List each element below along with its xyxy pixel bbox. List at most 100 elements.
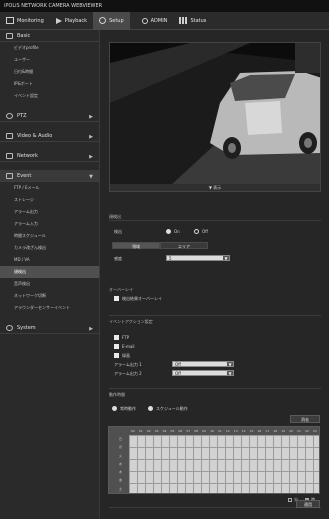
tab-setup[interactable]: Setup xyxy=(93,11,130,30)
sidebar-item-video-profile[interactable]: ビデオprofile xyxy=(0,42,99,54)
tab-admin[interactable]: ADMIN xyxy=(136,12,174,30)
alarm1-select[interactable]: Off ▼ xyxy=(172,361,234,367)
tab-monitoring[interactable]: Monitoring xyxy=(0,12,50,30)
chevron-right-icon: ▶ xyxy=(89,326,93,332)
hour-label: 21 xyxy=(297,429,301,433)
sidebar-item-user[interactable]: ユーザー xyxy=(0,54,99,66)
enable-off-radio[interactable] xyxy=(194,229,199,234)
apply-button[interactable]: 適用 xyxy=(296,500,320,508)
sidebar-item-network-disconnect[interactable]: ネットワーク切断 xyxy=(0,290,99,302)
sidebar-item-alarm-input[interactable]: アラーム入力 xyxy=(0,218,99,230)
video-audio-icon xyxy=(6,132,13,139)
sidebar-section-label: Network xyxy=(17,152,38,159)
gear-icon xyxy=(99,17,107,24)
record-checkbox[interactable] xyxy=(114,353,119,358)
overlay-checkbox[interactable] xyxy=(114,296,119,301)
sidebar-item-storage[interactable]: ストレージ xyxy=(0,194,99,206)
sidebar-section-label: Basic xyxy=(17,32,31,39)
day-label: 月 xyxy=(119,445,123,450)
day-label: 土 xyxy=(119,486,123,491)
sidebar-section-network[interactable]: Network ▶ xyxy=(0,150,99,162)
sidebar-item-time-schedule[interactable]: 時間スケジュール xyxy=(0,230,99,242)
user-icon xyxy=(141,17,148,24)
off-label: Off xyxy=(202,229,208,234)
tab-status[interactable]: Status xyxy=(173,12,212,30)
sidebar-item-ftp-email[interactable]: FTP / Eメール xyxy=(0,182,99,194)
alarm1-label: アラーム出力 1 xyxy=(114,362,142,367)
hour-label: 08 xyxy=(194,429,199,433)
play-icon xyxy=(55,17,62,24)
sidebar-item-event-setup[interactable]: イベント設定 xyxy=(0,90,99,102)
hour-label: 15 xyxy=(249,429,254,433)
hour-label: 00 xyxy=(131,429,135,433)
chevron-down-icon: ▼ xyxy=(227,371,233,376)
sidebar-section-ptz[interactable]: PTZ ▶ xyxy=(0,110,99,122)
on-label: On xyxy=(174,229,180,234)
sidebar: Basic ビデオprofile ユーザー 日付&時間 IP&ポート イベント設… xyxy=(0,30,100,519)
alarm2-select[interactable]: Off ▼ xyxy=(172,370,234,376)
hour-label: 22 xyxy=(304,429,309,433)
sidebar-item-audio-detection[interactable]: 音声検出 xyxy=(0,278,99,290)
chevron-right-icon: ▶ xyxy=(89,134,93,140)
sidebar-item-md-va[interactable]: MD / VA xyxy=(0,254,99,266)
sidebar-section-event[interactable]: Event ▼ xyxy=(0,170,99,182)
tab-zone[interactable]: エリア xyxy=(160,242,208,249)
sidebar-section-label: System xyxy=(17,324,36,331)
sidebar-item-ip-port[interactable]: IP&ポート xyxy=(0,78,99,90)
always-label: 常時動作 xyxy=(120,406,136,411)
sidebar-section-label: Event xyxy=(17,172,32,179)
divider xyxy=(109,507,321,508)
ptz-icon xyxy=(6,112,13,119)
day-labels: 日 月 火 水 木 金 土 xyxy=(109,435,129,493)
hour-label: 14 xyxy=(241,429,246,433)
day-label: 金 xyxy=(119,478,123,483)
sidebar-section-label: PTZ xyxy=(17,112,27,119)
hour-label: 07 xyxy=(186,429,191,433)
sidebar-section-label: Video & Audio xyxy=(17,132,53,139)
sidebar-item-alarm-output[interactable]: アラーム出力 xyxy=(0,206,99,218)
clear-button[interactable]: 消去 xyxy=(290,415,320,423)
sidebar-item-sensor-event[interactable]: アラウンダーセンサーイベント xyxy=(0,302,99,314)
day-label: 水 xyxy=(119,461,123,466)
enable-on-radio[interactable] xyxy=(166,229,171,234)
schedule-radio[interactable] xyxy=(148,406,153,411)
ftp-checkbox[interactable] xyxy=(114,335,119,340)
sidebar-section-basic[interactable]: Basic xyxy=(0,30,99,42)
tab-monitoring-label: Monitoring xyxy=(17,17,44,24)
sensitivity-select[interactable]: 5 ▼ xyxy=(166,255,230,261)
video-preview[interactable]: ▼ 表示 xyxy=(109,42,321,192)
always-radio[interactable] xyxy=(112,406,117,411)
hour-label: 11 xyxy=(217,429,222,433)
legend-swatch xyxy=(288,498,292,502)
record-label: 録画 xyxy=(122,353,130,358)
hour-label: 01 xyxy=(138,429,143,433)
overlay-check-label: 検出結果オーバーレイ xyxy=(122,296,162,301)
main-content: ▼ 表示 顔検出 検出 On Off 領域 エリア 感度 5 ▼ オーバーレイ 検… xyxy=(100,30,329,519)
email-checkbox[interactable] xyxy=(114,344,119,349)
ftp-label: FTP xyxy=(122,335,130,340)
schedule-cells[interactable] xyxy=(129,435,319,493)
alarm2-label: アラーム出力 2 xyxy=(114,371,142,376)
hour-label: 17 xyxy=(265,429,270,433)
tab-playback[interactable]: Playback xyxy=(50,12,93,30)
video-toolbar[interactable]: ▼ 表示 xyxy=(110,184,320,191)
schedule-grid[interactable]: 00 01 02 03 04 05 06 07 08 09 10 11 12 1… xyxy=(108,426,320,494)
sidebar-item-tampering[interactable]: カメラ改ざん検出 xyxy=(0,242,99,254)
divider xyxy=(109,315,321,316)
camera-image xyxy=(110,43,320,186)
sidebar-item-datetime[interactable]: 日付&時間 xyxy=(0,66,99,78)
sidebar-section-system[interactable]: System ▶ xyxy=(0,322,99,334)
day-label: 火 xyxy=(119,453,123,458)
sidebar-item-face-detection[interactable]: 顔検出 xyxy=(0,266,99,278)
sidebar-section-video-audio[interactable]: Video & Audio ▶ xyxy=(0,130,99,142)
time-section-title: 動作時間 xyxy=(109,392,125,397)
divider xyxy=(109,220,321,221)
status-icon xyxy=(179,17,188,24)
tab-admin-label: ADMIN xyxy=(150,17,168,24)
action-section-title: イベントアクション設定 xyxy=(109,319,153,324)
tab-area[interactable]: 領域 xyxy=(112,242,160,249)
hour-label: 16 xyxy=(257,429,262,433)
chevron-down-icon: ▼ xyxy=(89,174,93,180)
